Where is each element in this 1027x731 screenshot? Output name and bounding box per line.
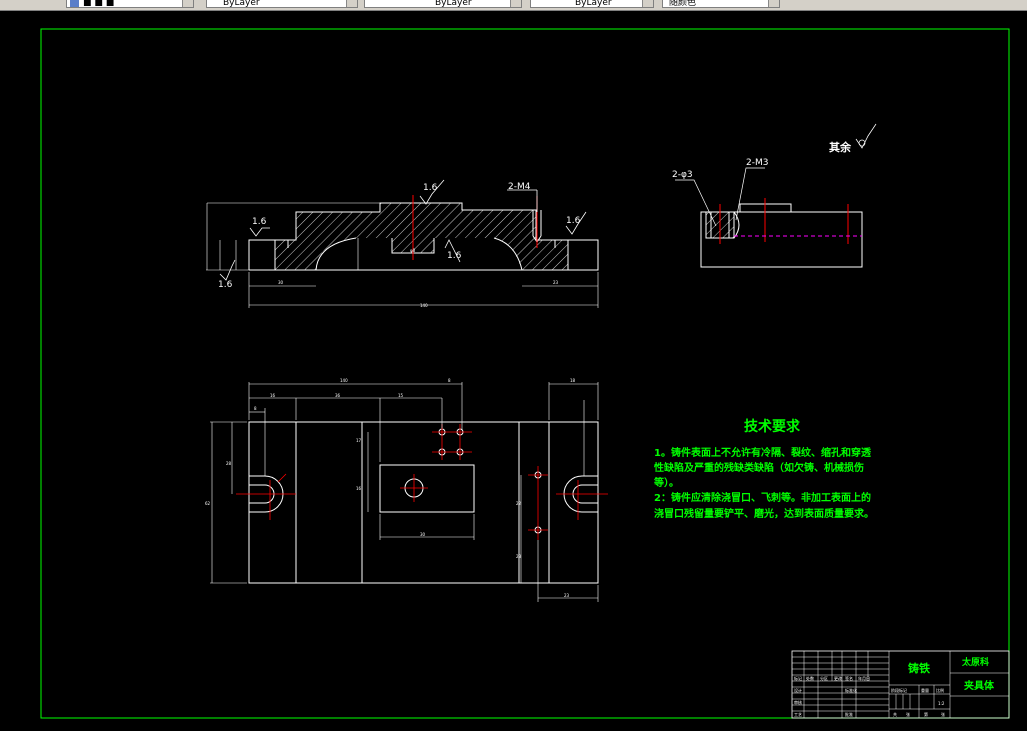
svg-text:140: 140 <box>420 303 428 308</box>
svg-text:1:2: 1:2 <box>938 701 945 706</box>
lineweight-value: ByLayer <box>575 0 612 8</box>
svg-text:设计: 设计 <box>794 687 802 693</box>
roughness-label: 1.6 <box>218 280 233 290</box>
svg-text:阶段标记: 阶段标记 <box>891 687 907 693</box>
thread-callout: 2-M4 <box>508 182 531 192</box>
chevron-down-icon[interactable] <box>182 0 193 7</box>
svg-text:工艺: 工艺 <box>794 712 802 717</box>
tech-req-line: 等）。 <box>654 476 679 489</box>
svg-text:第: 第 <box>924 711 928 717</box>
tech-req-line: 浇冒口残留量要铲平、磨光，达到表面质量要求。 <box>654 507 874 520</box>
color-value: ByLayer <box>223 0 260 8</box>
chevron-down-icon[interactable] <box>510 0 521 7</box>
svg-text:140: 140 <box>340 378 348 383</box>
layer-dropdown[interactable]: ■ ■ ■ <box>66 0 194 8</box>
linetype-dropdown[interactable]: ByLayer <box>364 0 522 8</box>
chevron-down-icon[interactable] <box>346 0 357 7</box>
roughness-other-label: 其余 <box>829 140 852 154</box>
svg-text:23: 23 <box>564 593 570 598</box>
svg-text:重量: 重量 <box>921 687 929 693</box>
svg-text:28: 28 <box>226 461 232 466</box>
svg-text:15: 15 <box>398 393 404 398</box>
svg-text:22: 22 <box>516 501 522 506</box>
top-view: 140 18 16 36 15 8 8 62 28 17 16 30 22 23… <box>205 378 608 602</box>
svg-text:处数: 处数 <box>806 675 814 681</box>
lineweight-dropdown[interactable]: ByLayer <box>530 0 654 8</box>
svg-text:张: 张 <box>906 711 910 717</box>
tech-req-title: 技术要求 <box>744 418 801 435</box>
tech-req-line: 性缺陷及严重的残缺类缺陷（如欠铸、机械损伤 <box>653 461 864 474</box>
svg-text:分区: 分区 <box>820 675 828 681</box>
svg-text:8: 8 <box>254 406 257 411</box>
chevron-down-icon[interactable] <box>642 0 653 7</box>
svg-text:年月日: 年月日 <box>858 675 870 681</box>
svg-text:签名: 签名 <box>845 675 853 681</box>
technical-requirements: 技术要求 1。铸件表面上不允许有冷隔、裂纹、缩孔和穿透 性缺陷及严重的残缺类缺陷… <box>653 418 874 520</box>
svg-text:36: 36 <box>335 393 341 398</box>
linetype-value: ByLayer <box>435 0 472 8</box>
svg-text:23: 23 <box>553 280 559 285</box>
svg-text:16: 16 <box>356 486 362 491</box>
svg-text:标记: 标记 <box>794 675 802 681</box>
svg-text:8: 8 <box>448 378 451 383</box>
material-label: 铸铁 <box>908 661 930 675</box>
part-name-label: 夹具体 <box>964 679 995 692</box>
drawing-frame <box>40 28 1010 719</box>
svg-text:批准: 批准 <box>845 711 853 717</box>
tech-req-line: 2：铸件应清除浇冒口、飞刺等。非加工表面上的 <box>654 491 871 504</box>
color-dropdown[interactable]: ByLayer <box>206 0 358 8</box>
svg-text:共: 共 <box>893 711 897 717</box>
layer-icon <box>70 0 79 7</box>
plotstyle-value: 随颜色 <box>669 0 697 8</box>
company-label: 太原科 <box>961 656 989 668</box>
roughness-label: 1.6 <box>423 183 438 193</box>
tech-req-line: 1。铸件表面上不允许有冷隔、裂纹、缩孔和穿透 <box>654 446 872 459</box>
thread-callout: 2-M3 <box>746 158 768 168</box>
chevron-down-icon[interactable] <box>768 0 779 7</box>
svg-text:张: 张 <box>941 711 945 717</box>
svg-text:比例: 比例 <box>936 687 944 693</box>
svg-text:18: 18 <box>570 378 576 383</box>
roughness-label: 1.6 <box>447 251 462 261</box>
properties-toolbar: ■ ■ ■ ByLayer ByLayer ByLayer 随颜色 <box>0 0 1027 11</box>
svg-text:φ8: φ8 <box>410 248 416 253</box>
roughness-label: 1.6 <box>566 216 581 226</box>
svg-text:62: 62 <box>205 501 211 506</box>
svg-text:更改: 更改 <box>834 675 842 681</box>
svg-text:17: 17 <box>356 438 362 443</box>
title-block: 标记 处数 分区 更改 签名 年月日 设计 审核 工艺 标准化 批准 阶段标记 … <box>791 650 1010 719</box>
svg-text:30: 30 <box>420 532 426 537</box>
svg-text:标准化: 标准化 <box>845 687 857 693</box>
roughness-label: 1.6 <box>252 217 267 227</box>
front-section-view: 140 30 23 φ8 1.6 1.6 1.6 1.6 1.6 2-M4 <box>206 179 599 308</box>
hole-callout: 2-φ3 <box>672 170 693 180</box>
layer-value: ■ ■ ■ <box>83 0 115 8</box>
plotstyle-dropdown[interactable]: 随颜色 <box>662 0 780 8</box>
side-view: 2-φ3 2-M3 <box>672 158 863 268</box>
drawing-canvas[interactable]: 140 30 23 φ8 1.6 1.6 1.6 1.6 1.6 2-M4 2-… <box>0 11 1027 731</box>
svg-text:16: 16 <box>270 393 276 398</box>
svg-text:审核: 审核 <box>794 699 802 705</box>
svg-text:30: 30 <box>278 280 284 285</box>
svg-text:23: 23 <box>516 554 522 559</box>
